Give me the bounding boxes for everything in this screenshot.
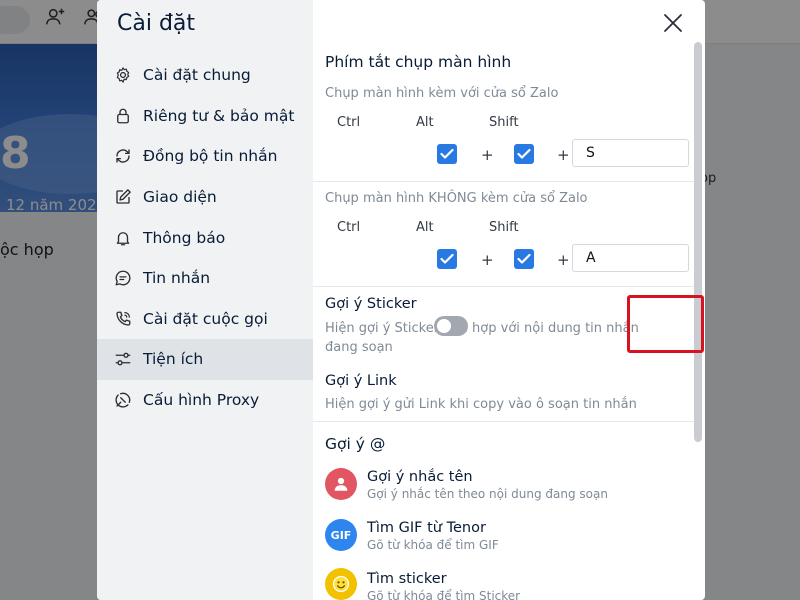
settings-modal: Cài đặt Cài đặt chung Riêng tư & bảo mật… [97,0,705,600]
sync-icon [114,147,132,165]
nav-item-general[interactable]: Cài đặt chung [97,55,313,96]
nav-item-sync[interactable]: Đồng bộ tin nhắn [97,136,313,177]
modal-title: Cài đặt [117,11,196,36]
close-icon[interactable] [662,12,684,34]
nav-item-proxy[interactable]: Cấu hình Proxy [97,380,313,421]
divider [313,286,694,287]
link-suggest-title: Gợi ý Link [325,373,397,389]
shift-label: Shift [489,115,519,130]
check-icon [440,253,454,264]
edit-icon [114,188,132,206]
settings-sidebar: Cài đặt Cài đặt chung Riêng tư & bảo mật… [97,0,313,600]
check-icon [440,148,454,159]
ctrl-checkbox-without-zalo[interactable] [437,249,457,269]
chat-icon [114,269,132,287]
sticker-search-desc: Gõ từ khóa để tìm Sticker [367,589,521,600]
sticker-suggest-toggle[interactable] [434,316,468,336]
ctrl-label: Ctrl [337,115,361,130]
nav-label: Cài đặt cuộc gọi [143,309,268,328]
gif-icon: GIF [325,519,357,551]
gif-icon-text: GIF [330,528,352,542]
check-icon [517,253,531,264]
link-suggest-desc: Hiện gợi ý gửi Link khi copy vào ô soạn … [325,397,637,412]
shortcut-key-input-without-zalo[interactable] [572,244,689,272]
settings-content: Phím tắt chụp màn hình Chụp màn hình kèm… [313,0,705,600]
proxy-icon [114,391,132,409]
ctrl-checkbox-with-zalo[interactable] [437,144,457,164]
with-zalo-label: Chụp màn hình kèm với cửa sổ Zalo [325,86,559,101]
nav-item-privacy[interactable]: Riêng tư & bảo mật [97,96,313,137]
sliders-icon [114,350,132,368]
smiley-icon [325,568,357,600]
nav-label: Đồng bộ tin nhắn [143,147,278,166]
without-zalo-label: Chụp màn hình KHÔNG kèm cửa sổ Zalo [325,191,588,206]
phone-icon [114,310,132,328]
screenshot-shortcut-title: Phím tắt chụp màn hình [325,53,512,71]
lock-icon [114,107,132,125]
nav-label: Cài đặt chung [143,66,251,85]
nav-item-call-settings[interactable]: Cài đặt cuộc gọi [97,299,313,340]
nav-label: Cấu hình Proxy [143,391,260,410]
sticker-suggest-title: Gợi ý Sticker [325,296,417,312]
shortcut-key-input-with-zalo[interactable] [572,139,689,167]
nav-label: Thông báo [143,228,226,247]
alt-checkbox-with-zalo[interactable] [514,144,534,164]
mention-suggest-desc: Gợi ý nhắc tên theo nội dung đang soạn [367,487,608,501]
sticker-suggest-desc-2: đang soạn [325,340,393,355]
plus-sign: + [557,146,570,164]
shift-label: Shift [489,220,519,235]
nav-item-utilities[interactable]: Tiện ích [97,339,313,380]
nav-label: Tiện ích [143,350,204,369]
divider [313,181,694,182]
gif-search-desc: Gõ từ khóa để tìm GIF [367,538,499,552]
scrollbar[interactable] [694,42,702,442]
at-suggest-title: Gợi ý @ [325,435,386,453]
check-icon [517,148,531,159]
toggle-knob [437,319,451,333]
mention-suggest-title: Gợi ý nhắc tên [367,469,473,485]
sticker-suggest-desc: Hiện gợi ý Sticker phù hợp với nội dung … [325,321,639,336]
user-icon [325,468,357,500]
ctrl-label: Ctrl [337,220,361,235]
plus-sign: + [557,251,570,269]
nav-item-notifications[interactable]: Thông báo [97,217,313,258]
nav-label: Giao diện [143,188,217,207]
sticker-search-title: Tìm sticker [367,571,447,587]
alt-checkbox-without-zalo[interactable] [514,249,534,269]
plus-sign: + [481,251,494,269]
scrollbar-thumb[interactable] [694,42,702,442]
nav-item-messages[interactable]: Tin nhắn [97,258,313,299]
settings-nav: Cài đặt chung Riêng tư & bảo mật Đồng bộ… [97,55,313,420]
gif-search-title: Tìm GIF từ Tenor [367,520,486,536]
nav-label: Tin nhắn [143,269,211,288]
gear-icon [114,66,132,84]
alt-label: Alt [416,115,434,130]
bell-icon [114,229,132,247]
nav-item-appearance[interactable]: Giao diện [97,177,313,218]
divider [313,421,694,422]
nav-label: Riêng tư & bảo mật [143,106,295,125]
plus-sign: + [481,146,494,164]
alt-label: Alt [416,220,434,235]
